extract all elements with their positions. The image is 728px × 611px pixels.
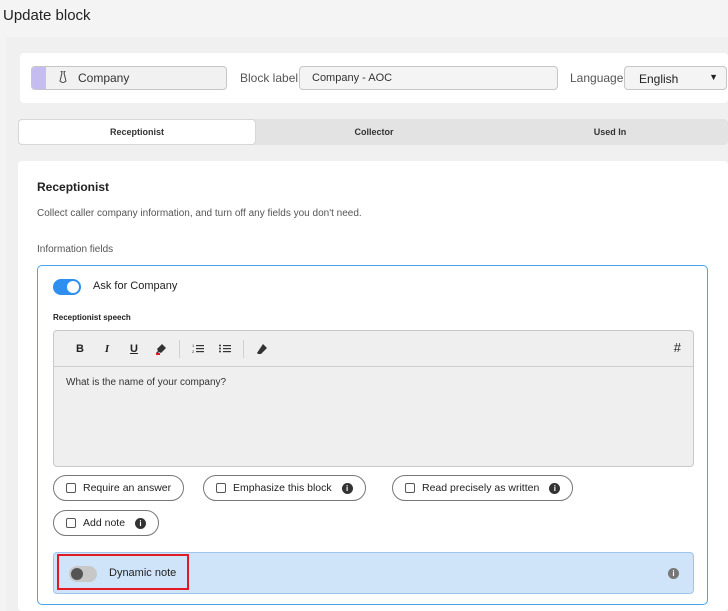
hash-icon[interactable]: # xyxy=(674,340,681,355)
section-title: Receptionist xyxy=(37,180,110,194)
tab-collector[interactable]: Collector xyxy=(256,119,492,145)
eraser-icon[interactable] xyxy=(252,339,272,359)
italic-button[interactable]: I xyxy=(97,339,117,359)
add-note-label: Add note xyxy=(83,517,126,529)
receptionist-speech-label: Receptionist speech xyxy=(53,313,131,322)
bulleted-list-icon[interactable] xyxy=(215,339,235,359)
block-label-input[interactable]: Company - AOC xyxy=(299,66,558,90)
svg-text:2: 2 xyxy=(192,349,195,354)
caret-down-icon: ▼ xyxy=(709,72,718,82)
highlight-box xyxy=(57,554,189,590)
tab-receptionist[interactable]: Receptionist xyxy=(18,119,256,145)
tie-icon xyxy=(58,70,70,86)
emphasize-option[interactable]: Emphasize this block i xyxy=(203,475,366,501)
info-icon[interactable]: i xyxy=(135,517,147,529)
bold-button[interactable]: B xyxy=(70,339,90,359)
toolbar-divider xyxy=(179,339,180,358)
require-answer-option[interactable]: Require an answer xyxy=(53,475,185,501)
language-caption: Language xyxy=(570,71,624,85)
block-type-field[interactable]: Company xyxy=(31,66,227,90)
info-icon[interactable]: i xyxy=(668,568,679,579)
block-type-stripe xyxy=(32,67,46,89)
toolbar-divider xyxy=(243,339,244,358)
require-answer-label: Require an answer xyxy=(83,482,172,494)
emphasize-label: Emphasize this block xyxy=(233,482,332,494)
highlighter-icon[interactable] xyxy=(151,339,171,359)
block-header: Company Block label Company - AOC Langua… xyxy=(20,53,728,103)
page-title: Update block xyxy=(3,7,91,24)
ask-company-toggle[interactable] xyxy=(53,279,81,295)
editor-toolbar: B I U 12 # xyxy=(54,331,693,367)
tab-used-in[interactable]: Used In xyxy=(492,119,728,145)
require-answer-checkbox[interactable] xyxy=(66,483,76,493)
emphasize-checkbox[interactable] xyxy=(216,483,226,493)
svg-text:1: 1 xyxy=(192,343,195,348)
numbered-list-icon[interactable]: 12 xyxy=(188,339,208,359)
read-precisely-checkbox[interactable] xyxy=(405,483,415,493)
ask-company-label: Ask for Company xyxy=(93,280,178,292)
underline-button[interactable]: U xyxy=(124,339,144,359)
info-icon[interactable]: i xyxy=(341,482,353,494)
block-type-label: Company xyxy=(78,71,130,85)
tab-bar: Receptionist Collector Used In xyxy=(18,119,728,145)
receptionist-section: Receptionist Collect caller company info… xyxy=(18,161,728,611)
info-icon[interactable]: i xyxy=(549,482,561,494)
block-label-caption: Block label xyxy=(240,71,299,85)
speech-text[interactable]: What is the name of your company? xyxy=(54,367,693,398)
add-note-option[interactable]: Add note i xyxy=(53,510,160,536)
speech-editor: B I U 12 # What is the name of your comp… xyxy=(53,330,694,467)
read-precisely-label: Read precisely as written xyxy=(422,482,540,494)
language-select[interactable]: English ▼ xyxy=(624,66,727,90)
section-description: Collect caller company information, and … xyxy=(37,208,362,219)
dynamic-note-panel: Dynamic note i xyxy=(53,552,694,594)
read-precisely-option[interactable]: Read precisely as written i xyxy=(392,475,574,501)
information-fields-label: Information fields xyxy=(37,244,114,255)
company-field-box: Ask for Company Receptionist speech B I … xyxy=(37,265,708,605)
language-value: English xyxy=(639,72,679,86)
add-note-checkbox[interactable] xyxy=(66,518,76,528)
